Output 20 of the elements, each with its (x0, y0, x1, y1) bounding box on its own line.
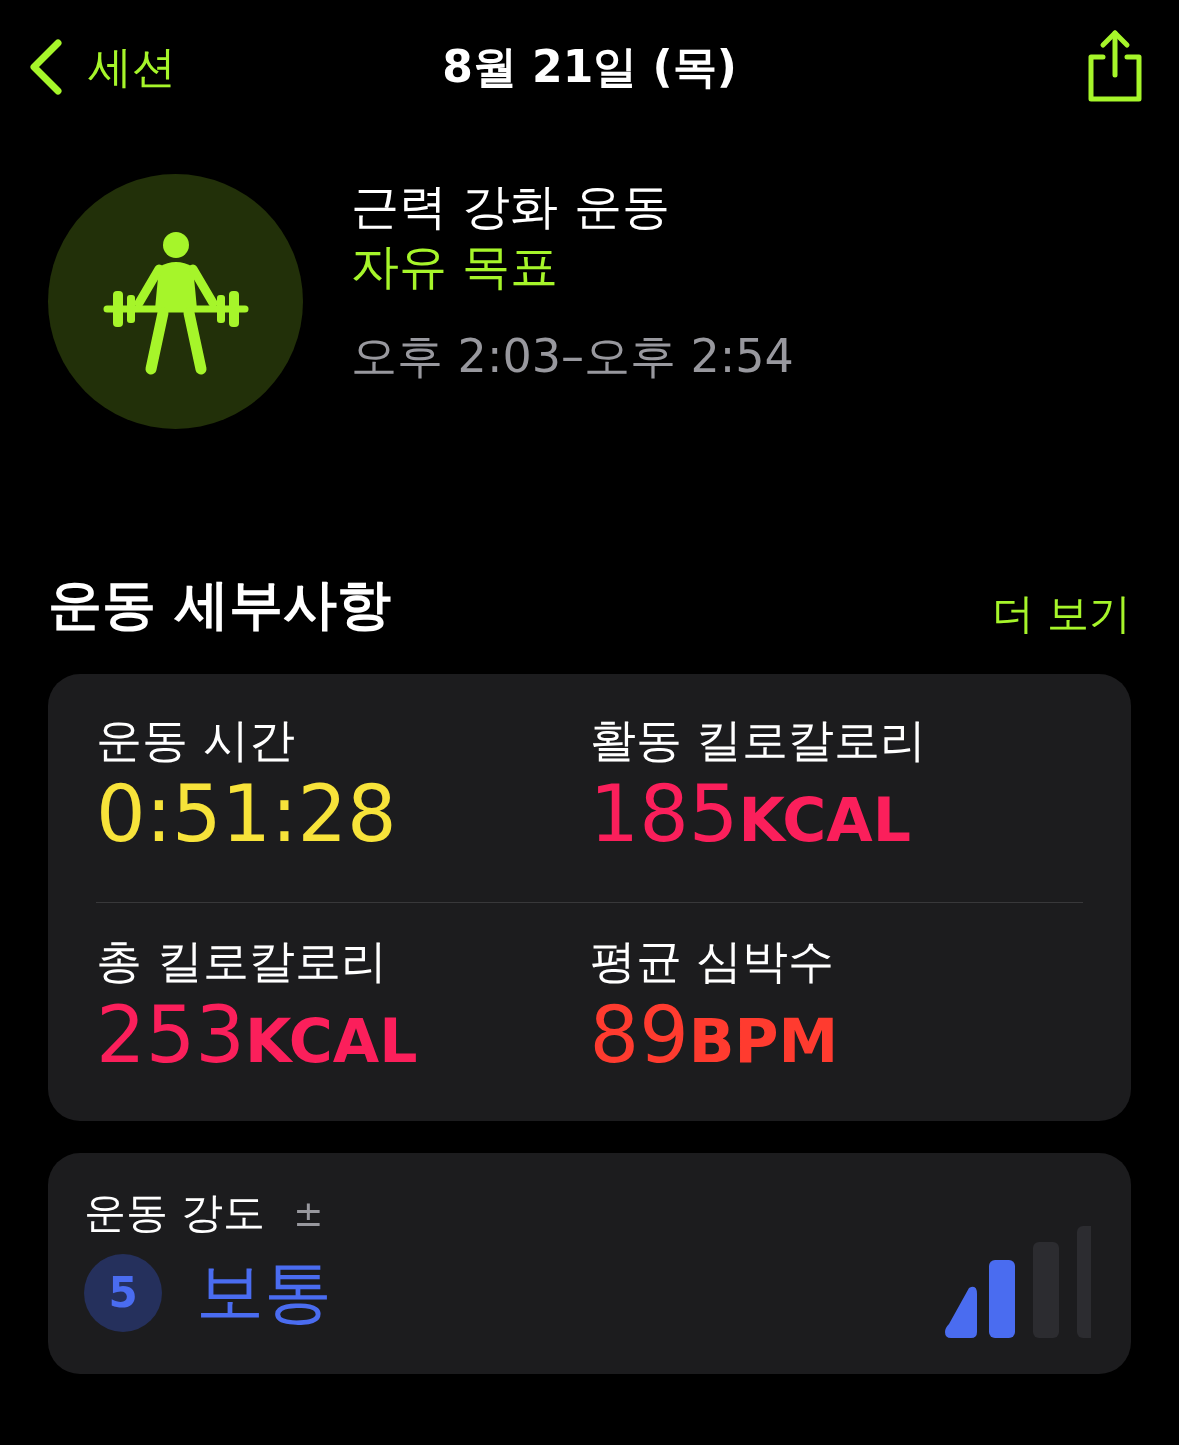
workout-goal: 자유 목표 (351, 237, 560, 296)
metric-label: 총 킬로칼로리 (96, 933, 388, 989)
metric-label: 평균 심박수 (589, 933, 836, 989)
intensity-level: 보통 (196, 1251, 332, 1333)
chevron-left-icon (28, 39, 62, 95)
back-button[interactable]: 세션 (28, 37, 443, 97)
plus-minus-symbol: ± (293, 1192, 324, 1234)
time-range: 오후 2:03–오후 2:54 (351, 328, 794, 385)
section-heading: 운동 세부사항 (48, 572, 391, 638)
metric-label: 운동 시간 (96, 712, 296, 768)
date-title: 8월 21일 (목) (442, 39, 737, 94)
workout-name: 근력 강화 운동 (351, 177, 671, 236)
metric-value: 0:51:28 (96, 772, 398, 856)
metric-value: 185KCAL (589, 772, 912, 861)
intensity-label: 운동 강도 (84, 1187, 266, 1239)
intensity-score: 5 (84, 1253, 162, 1332)
metric-value: 89BPM (589, 993, 840, 1082)
metric-label: 활동 킬로칼로리 (589, 712, 928, 768)
show-more-link[interactable]: 더 보기 (991, 586, 1131, 642)
metric-value: 253KCAL (96, 993, 419, 1082)
